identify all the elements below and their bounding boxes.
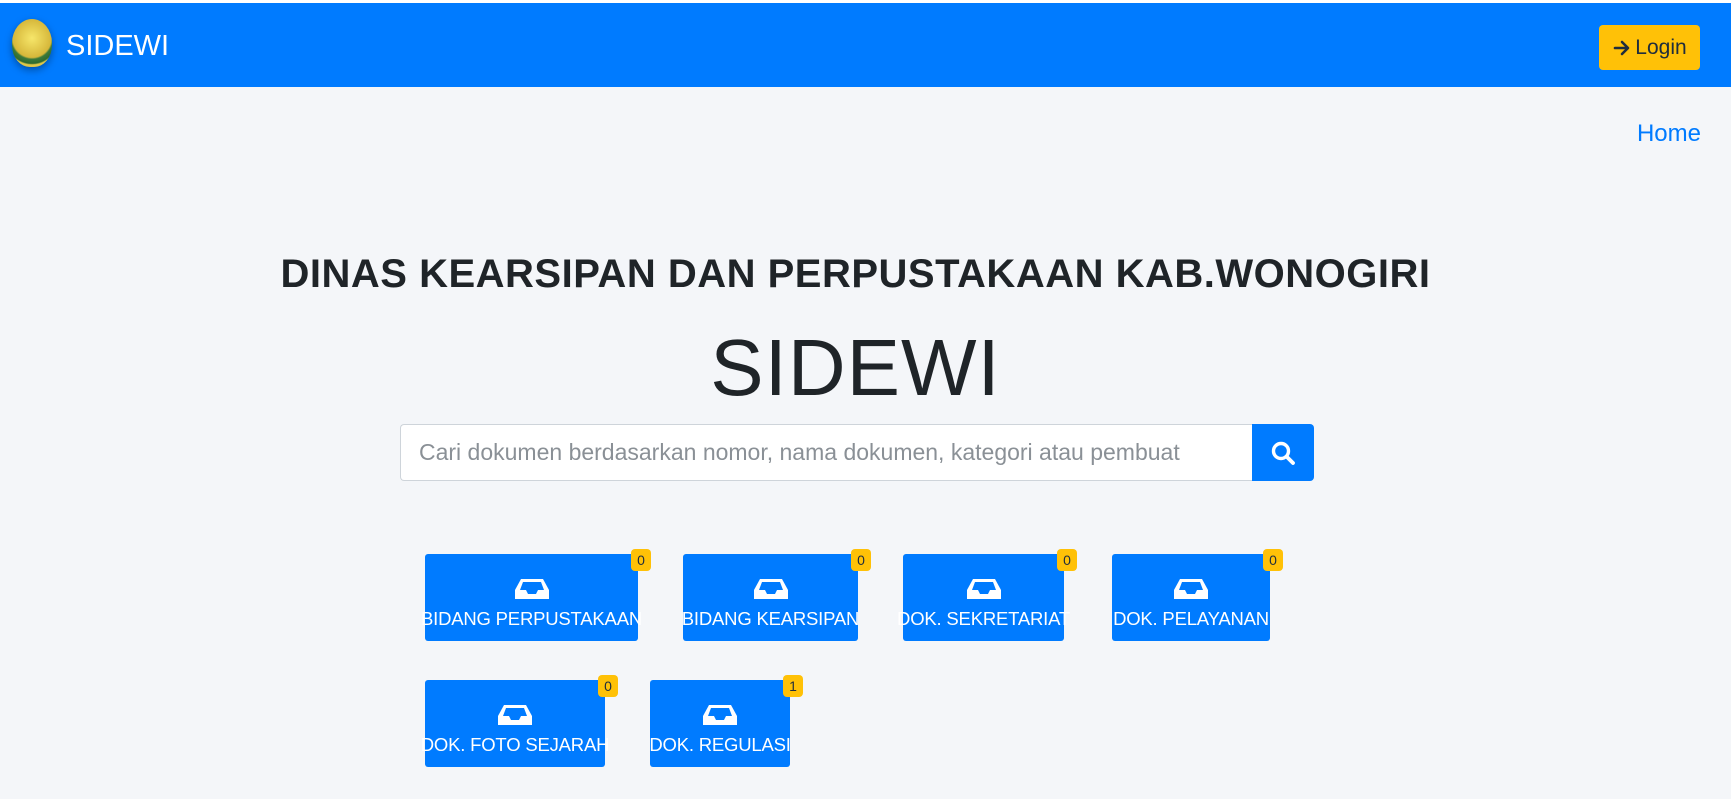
count-badge: 0 — [1263, 549, 1283, 571]
category-bidang-kearsipan[interactable]: BIDANG KEARSIPAN 0 — [681, 549, 871, 641]
navbar: SIDEWI Login — [0, 3, 1731, 87]
inbox-tray-icon — [1174, 579, 1208, 599]
category-label: BIDANG PERPUSTAKAAN — [421, 608, 642, 629]
category-label: DOK. REGULASI — [649, 734, 791, 755]
category-dok-sekretariat[interactable]: DOK. SEKRETARIAT 0 — [897, 549, 1077, 641]
search-button[interactable] — [1252, 424, 1314, 481]
category-label: BIDANG KEARSIPAN — [681, 608, 860, 629]
category-dok-foto-sejarah[interactable]: DOK. FOTO SEJARAH 0 — [421, 675, 618, 767]
breadcrumb-home[interactable]: Home — [1637, 120, 1701, 148]
category-dok-pelayanan[interactable]: DOK. PELAYANAN 0 — [1112, 549, 1283, 641]
category-dok-regulasi[interactable]: DOK. REGULASI 1 — [649, 675, 803, 767]
count-badge: 0 — [851, 549, 871, 571]
inbox-tray-icon — [703, 705, 737, 725]
login-button[interactable]: Login — [1599, 25, 1700, 70]
search-bar — [400, 424, 1314, 481]
sign-in-arrow-icon — [1613, 40, 1630, 55]
inbox-tray-icon — [753, 579, 788, 599]
inbox-tray-icon — [966, 579, 1001, 599]
count-badge: 0 — [598, 675, 618, 697]
category-label: DOK. FOTO SEJARAH — [420, 734, 610, 755]
brand-name[interactable]: SIDEWI — [66, 29, 169, 63]
page-title: DINAS KEARSIPAN DAN PERPUSTAKAAN KAB.WON… — [280, 252, 1431, 296]
logo-emblem — [12, 19, 52, 67]
search-input[interactable] — [400, 424, 1252, 481]
search-icon — [1271, 441, 1295, 465]
count-badge: 1 — [783, 675, 803, 697]
count-badge: 0 — [631, 549, 651, 571]
count-badge: 0 — [1057, 549, 1077, 571]
category-label: DOK. PELAYANAN — [1113, 608, 1269, 629]
inbox-tray-icon — [498, 705, 532, 725]
category-bidang-perpustakaan[interactable]: BIDANG PERPUSTAKAAN 0 — [421, 549, 651, 641]
app-title: SIDEWI — [710, 323, 1001, 412]
category-label: DOK. SEKRETARIAT — [897, 608, 1070, 629]
inbox-tray-icon — [514, 579, 549, 599]
login-label: Login — [1635, 35, 1687, 59]
